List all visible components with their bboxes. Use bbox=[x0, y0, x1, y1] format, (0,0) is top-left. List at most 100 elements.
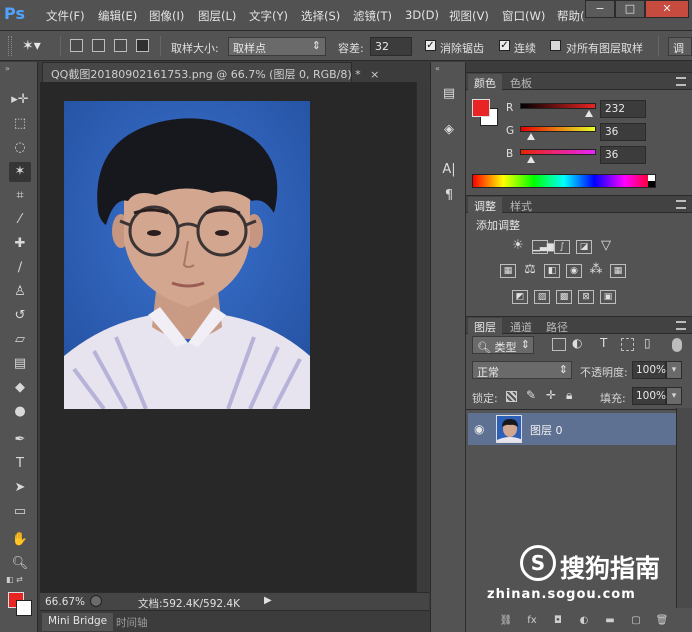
menu-help[interactable]: 帮助( bbox=[557, 8, 585, 24]
menu-type[interactable]: 文字(Y) bbox=[249, 8, 288, 24]
color-balance-icon[interactable]: ⚖ bbox=[522, 263, 538, 278]
default-colors-icon[interactable]: ◧ ⇄ bbox=[6, 575, 23, 584]
filter-pixel-icon[interactable] bbox=[552, 338, 566, 351]
gradient-tool-icon[interactable]: ▤ bbox=[9, 354, 31, 374]
history-panel-icon[interactable]: ▤ bbox=[439, 84, 459, 104]
new-group-icon[interactable]: ▬ bbox=[602, 614, 618, 628]
green-value-input[interactable]: 36 bbox=[600, 123, 646, 141]
magic-wand-preset-icon[interactable]: ✶▾ bbox=[22, 36, 48, 56]
red-slider[interactable] bbox=[520, 103, 596, 109]
brightness-contrast-icon[interactable]: ☀ bbox=[510, 239, 526, 254]
posterize-icon[interactable]: ▨ bbox=[534, 290, 550, 304]
crop-tool-icon[interactable]: ⌗ bbox=[9, 186, 31, 206]
status-menu-arrow-icon[interactable]: ▶ bbox=[264, 595, 272, 606]
menu-layer[interactable]: 图层(L) bbox=[198, 8, 236, 24]
expand-icon[interactable]: « bbox=[435, 64, 440, 73]
blur-tool-icon[interactable]: ◆ bbox=[9, 378, 31, 398]
tab-styles[interactable]: 样式 bbox=[504, 197, 538, 213]
menu-view[interactable]: 视图(V) bbox=[449, 8, 489, 24]
history-brush-tool-icon[interactable]: ↺ bbox=[9, 306, 31, 326]
selective-color-icon[interactable]: ▣ bbox=[600, 290, 616, 304]
hue-saturation-icon[interactable]: ▦ bbox=[500, 264, 516, 278]
levels-icon[interactable]: ▁▃▆ bbox=[532, 240, 554, 254]
collapse-icon[interactable]: » bbox=[5, 64, 10, 73]
link-layers-icon[interactable]: ⛓ bbox=[498, 614, 514, 628]
layers-scrollbar[interactable] bbox=[676, 408, 692, 608]
portrait-photo[interactable] bbox=[64, 101, 310, 409]
lock-transparent-icon[interactable] bbox=[506, 391, 517, 402]
rectangle-tool-icon[interactable]: ▭ bbox=[9, 502, 31, 522]
panel-menu-icon[interactable] bbox=[676, 321, 686, 330]
vibrance-icon[interactable]: ▽ bbox=[598, 239, 614, 254]
tab-swatches[interactable]: 色板 bbox=[504, 74, 538, 90]
tab-paths[interactable]: 路径 bbox=[540, 318, 574, 334]
sample-size-select[interactable]: 取样点 ⇕ bbox=[228, 37, 326, 56]
lock-all-icon[interactable]: 🔒︎ bbox=[566, 388, 572, 403]
menu-3d[interactable]: 3D(D) bbox=[405, 8, 439, 22]
channel-mixer-icon[interactable]: ⁂ bbox=[588, 263, 604, 278]
canvas-vertical-scrollbar[interactable] bbox=[416, 82, 429, 592]
layer-style-icon[interactable]: fx bbox=[524, 614, 540, 628]
panel-menu-icon[interactable] bbox=[676, 77, 686, 86]
minimize-button[interactable]: − bbox=[585, 0, 615, 18]
threshold-icon[interactable]: ▩ bbox=[556, 290, 572, 304]
visibility-eye-icon[interactable]: ◉ bbox=[474, 422, 484, 436]
opacity-input[interactable]: 100% bbox=[632, 361, 666, 379]
character-panel-icon[interactable]: A| bbox=[439, 160, 459, 180]
background-color-swatch[interactable] bbox=[16, 600, 32, 616]
new-selection-icon[interactable] bbox=[70, 39, 83, 52]
black-white-icon[interactable]: ◧ bbox=[544, 264, 560, 278]
color-fg-swatch[interactable] bbox=[472, 99, 490, 117]
path-selection-tool-icon[interactable]: ➤ bbox=[9, 478, 31, 498]
fill-dropdown-arrow-icon[interactable]: ▾ bbox=[666, 387, 682, 405]
magic-wand-tool-icon[interactable]: ✶ bbox=[9, 162, 31, 182]
pen-tool-icon[interactable]: ✒ bbox=[9, 430, 31, 450]
tab-channels[interactable]: 通道 bbox=[504, 318, 538, 334]
close-tab-icon[interactable]: × bbox=[370, 68, 379, 81]
eraser-tool-icon[interactable]: ▱ bbox=[9, 330, 31, 350]
panel-menu-icon[interactable] bbox=[676, 200, 686, 209]
clone-stamp-tool-icon[interactable]: ♙ bbox=[9, 282, 31, 302]
filter-type-icon[interactable]: T bbox=[600, 336, 607, 350]
layer-row[interactable]: ◉ 图层 0 bbox=[468, 413, 676, 445]
color-lookup-icon[interactable]: ▦ bbox=[610, 264, 626, 278]
close-button[interactable]: ✕ bbox=[645, 0, 689, 18]
new-layer-icon[interactable]: ▢ bbox=[628, 614, 644, 628]
menu-edit[interactable]: 编辑(E) bbox=[98, 8, 137, 24]
document-tab[interactable]: QQ截图20180902161753.png @ 66.7% (图层 0, RG… bbox=[42, 62, 379, 82]
filter-adjustment-icon[interactable]: ◐ bbox=[572, 336, 582, 350]
photo-filter-icon[interactable]: ◉ bbox=[566, 264, 582, 278]
tab-adjustments[interactable]: 调整 bbox=[468, 197, 502, 213]
subtract-selection-icon[interactable] bbox=[114, 39, 127, 52]
filter-toggle-switch[interactable] bbox=[672, 338, 682, 352]
invert-icon[interactable]: ◩ bbox=[512, 290, 528, 304]
green-slider[interactable] bbox=[520, 126, 596, 132]
blue-slider[interactable] bbox=[520, 149, 596, 155]
menu-window[interactable]: 窗口(W) bbox=[502, 8, 545, 24]
healing-brush-tool-icon[interactable]: ✚ bbox=[9, 234, 31, 254]
menu-file[interactable]: 文件(F) bbox=[46, 8, 85, 24]
tab-mini-bridge[interactable]: Mini Bridge bbox=[42, 613, 114, 631]
tolerance-input[interactable]: 32 bbox=[370, 37, 412, 56]
type-tool-icon[interactable]: T bbox=[9, 454, 31, 474]
contiguous-checkbox[interactable]: ✓ bbox=[499, 40, 510, 51]
status-info-icon[interactable] bbox=[90, 595, 102, 607]
delete-layer-icon[interactable]: 🗑︎ bbox=[654, 614, 670, 628]
menu-image[interactable]: 图像(I) bbox=[149, 8, 184, 24]
layer-mask-icon[interactable]: ◘ bbox=[550, 614, 566, 628]
menu-filter[interactable]: 滤镜(T) bbox=[353, 8, 392, 24]
zoom-tool-icon[interactable]: 🔍︎ bbox=[9, 554, 31, 574]
menu-select[interactable]: 选择(S) bbox=[301, 8, 340, 24]
red-value-input[interactable]: 232 bbox=[600, 100, 646, 118]
exposure-icon[interactable]: ◪ bbox=[576, 240, 592, 254]
zoom-level[interactable]: 66.67% bbox=[45, 596, 85, 608]
blue-value-input[interactable]: 36 bbox=[600, 146, 646, 164]
layer-filter-select[interactable]: 🔍︎ 类型 ⇕ bbox=[472, 336, 534, 354]
eyedropper-tool-icon[interactable]: ⁄ bbox=[9, 210, 31, 230]
intersect-selection-icon[interactable] bbox=[136, 39, 149, 52]
red-slider-knob[interactable] bbox=[585, 110, 593, 117]
layer-name[interactable]: 图层 0 bbox=[530, 422, 563, 438]
marquee-tool-icon[interactable]: ⬚ bbox=[9, 114, 31, 134]
color-spectrum-ramp[interactable] bbox=[472, 174, 656, 188]
new-adjustment-layer-icon[interactable]: ◐ bbox=[576, 614, 592, 628]
